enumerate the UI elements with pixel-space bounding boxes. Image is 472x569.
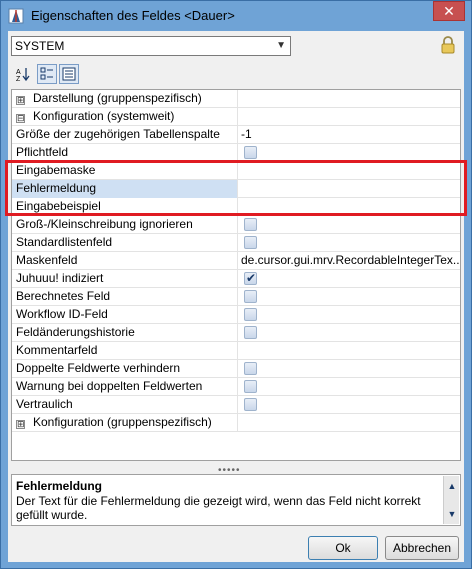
row-value-input[interactable] bbox=[239, 162, 460, 180]
row-label: Groß-/Kleinschreibung ignorieren bbox=[12, 216, 238, 234]
row-label: Kommentarfeld bbox=[12, 342, 238, 360]
row-value bbox=[239, 108, 460, 126]
expand-icon[interactable]: ⊞ bbox=[16, 420, 25, 429]
collapse-icon[interactable]: ⊟ bbox=[16, 114, 25, 123]
description-title: Fehlermeldung bbox=[16, 479, 103, 493]
svg-text:A: A bbox=[16, 69, 21, 76]
checkbox[interactable] bbox=[244, 236, 257, 249]
row-label: Eingabebeispiel bbox=[12, 198, 238, 216]
property-row-standardlistenfeld[interactable]: Standardlistenfeld bbox=[12, 234, 460, 252]
scope-select[interactable]: SYSTEM ▼ bbox=[11, 36, 291, 56]
row-label: Doppelte Feldwerte verhindern bbox=[12, 360, 238, 378]
categorized-view-button[interactable] bbox=[37, 64, 57, 84]
row-value-input[interactable]: de.cursor.gui.mrv.RecordableIntegerTex..… bbox=[239, 252, 460, 270]
row-label: Juhuuu! indiziert bbox=[12, 270, 238, 288]
cancel-button-label: Abbrechen bbox=[392, 541, 452, 555]
row-value-input[interactable]: -1 bbox=[239, 126, 460, 144]
checkbox[interactable] bbox=[244, 146, 257, 159]
row-label: Maskenfeld bbox=[12, 252, 238, 270]
checkbox-checked[interactable] bbox=[244, 270, 257, 287]
checkbox[interactable] bbox=[244, 398, 257, 411]
checkbox[interactable] bbox=[244, 380, 257, 393]
row-label: Workflow ID-Feld bbox=[12, 306, 238, 324]
row-label: Größe der zugehörigen Tabellenspalte bbox=[12, 126, 238, 144]
checkbox[interactable] bbox=[244, 326, 257, 339]
lock-icon bbox=[441, 36, 455, 54]
property-row-berechnetes-feld[interactable]: Berechnetes Feld bbox=[12, 288, 460, 306]
row-value-input[interactable] bbox=[239, 198, 460, 216]
property-row-eingabemaske[interactable]: Eingabemaske bbox=[12, 162, 460, 180]
sort-az-icon: A Z bbox=[16, 68, 30, 83]
title-bar[interactable]: Eigenschaften des Feldes <Dauer> ✕ bbox=[1, 1, 471, 31]
description-text: Der Text für die Fehlermeldung die gezei… bbox=[16, 494, 421, 522]
ok-button-label: Ok bbox=[335, 541, 351, 555]
property-row-eingabebeispiel[interactable]: Eingabebeispiel bbox=[12, 198, 460, 216]
sort-alphabetical-button[interactable]: A Z bbox=[13, 64, 33, 84]
expand-icon[interactable]: ⊞ bbox=[16, 96, 25, 105]
dialog-window: Eigenschaften des Feldes <Dauer> ✕ SYSTE… bbox=[0, 0, 472, 569]
row-label: Konfiguration (gruppenspezifisch) bbox=[33, 415, 212, 429]
cancel-button[interactable]: Abbrechen bbox=[385, 536, 459, 560]
property-row-doppelte-verhindern[interactable]: Doppelte Feldwerte verhindern bbox=[12, 360, 460, 378]
row-value-input[interactable] bbox=[239, 180, 460, 198]
row-label: Warnung bei doppelten Feldwerten bbox=[12, 378, 238, 396]
row-label: Fehlermeldung bbox=[12, 180, 238, 198]
property-row-historie[interactable]: Feldänderungshistorie bbox=[12, 324, 460, 342]
description-panel: Fehlermeldung Der Text für die Fehlermel… bbox=[11, 474, 461, 526]
property-row-tabellenspalte[interactable]: Größe der zugehörigen Tabellenspalte -1 bbox=[12, 126, 460, 144]
row-value-input[interactable] bbox=[239, 342, 460, 360]
property-pages-icon bbox=[62, 67, 76, 81]
property-row-kommentarfeld[interactable]: Kommentarfeld bbox=[12, 342, 460, 360]
window-title: Eigenschaften des Feldes <Dauer> bbox=[31, 8, 235, 23]
row-label: Darstellung (gruppenspezifisch) bbox=[33, 91, 202, 105]
svg-text:Z: Z bbox=[16, 76, 21, 82]
row-label: Konfiguration (systemweit) bbox=[33, 109, 175, 123]
scroll-down-icon[interactable]: ▼ bbox=[444, 506, 460, 522]
property-row-maskenfeld[interactable]: Maskenfeld de.cursor.gui.mrv.RecordableI… bbox=[12, 252, 460, 270]
description-scrollbar[interactable]: ▲ ▼ bbox=[443, 476, 459, 524]
property-grid: ⊞ Darstellung (gruppenspezifisch) ⊟ Konfig… bbox=[11, 89, 461, 461]
property-row-workflow-id[interactable]: Workflow ID-Feld bbox=[12, 306, 460, 324]
dialog-client-area: SYSTEM ▼ A Z ⊞ Darstellung (gruppenspezi… bbox=[8, 31, 464, 562]
group-row-konfiguration-gruppenspezifisch[interactable]: ⊞ Konfiguration (gruppenspezifisch) bbox=[12, 414, 460, 432]
property-row-gross-klein[interactable]: Groß-/Kleinschreibung ignorieren bbox=[12, 216, 460, 234]
row-value bbox=[239, 414, 460, 432]
property-row-indiziert[interactable]: Juhuuu! indiziert bbox=[12, 270, 460, 288]
property-row-pflichtfeld[interactable]: Pflichtfeld bbox=[12, 144, 460, 162]
scroll-up-icon[interactable]: ▲ bbox=[444, 478, 460, 494]
row-label: Vertraulich bbox=[12, 396, 238, 414]
scope-select-value: SYSTEM bbox=[15, 39, 65, 53]
row-label: Pflichtfeld bbox=[12, 144, 238, 162]
row-label: Berechnetes Feld bbox=[12, 288, 238, 306]
ok-button[interactable]: Ok bbox=[308, 536, 378, 560]
row-label: Eingabemaske bbox=[12, 162, 238, 180]
property-row-fehlermeldung[interactable]: Fehlermeldung bbox=[12, 180, 460, 198]
app-icon bbox=[8, 8, 24, 24]
group-row-konfiguration-systemweit[interactable]: ⊟ Konfiguration (systemweit) bbox=[12, 108, 460, 126]
chevron-down-icon: ▼ bbox=[276, 40, 286, 51]
close-button[interactable]: ✕ bbox=[433, 1, 465, 21]
categorized-icon bbox=[40, 67, 53, 80]
row-label: Feldänderungshistorie bbox=[12, 324, 238, 342]
row-label: Standardlistenfeld bbox=[12, 234, 238, 252]
checkbox[interactable] bbox=[244, 308, 257, 321]
property-pages-button[interactable] bbox=[59, 64, 79, 84]
checkbox[interactable] bbox=[244, 218, 257, 231]
property-row-warnung-doppelte[interactable]: Warnung bei doppelten Feldwerten bbox=[12, 378, 460, 396]
checkbox[interactable] bbox=[244, 290, 257, 303]
group-row-darstellung[interactable]: ⊞ Darstellung (gruppenspezifisch) bbox=[12, 90, 460, 108]
checkbox[interactable] bbox=[244, 362, 257, 375]
row-value bbox=[239, 90, 460, 108]
property-row-vertraulich[interactable]: Vertraulich bbox=[12, 396, 460, 414]
